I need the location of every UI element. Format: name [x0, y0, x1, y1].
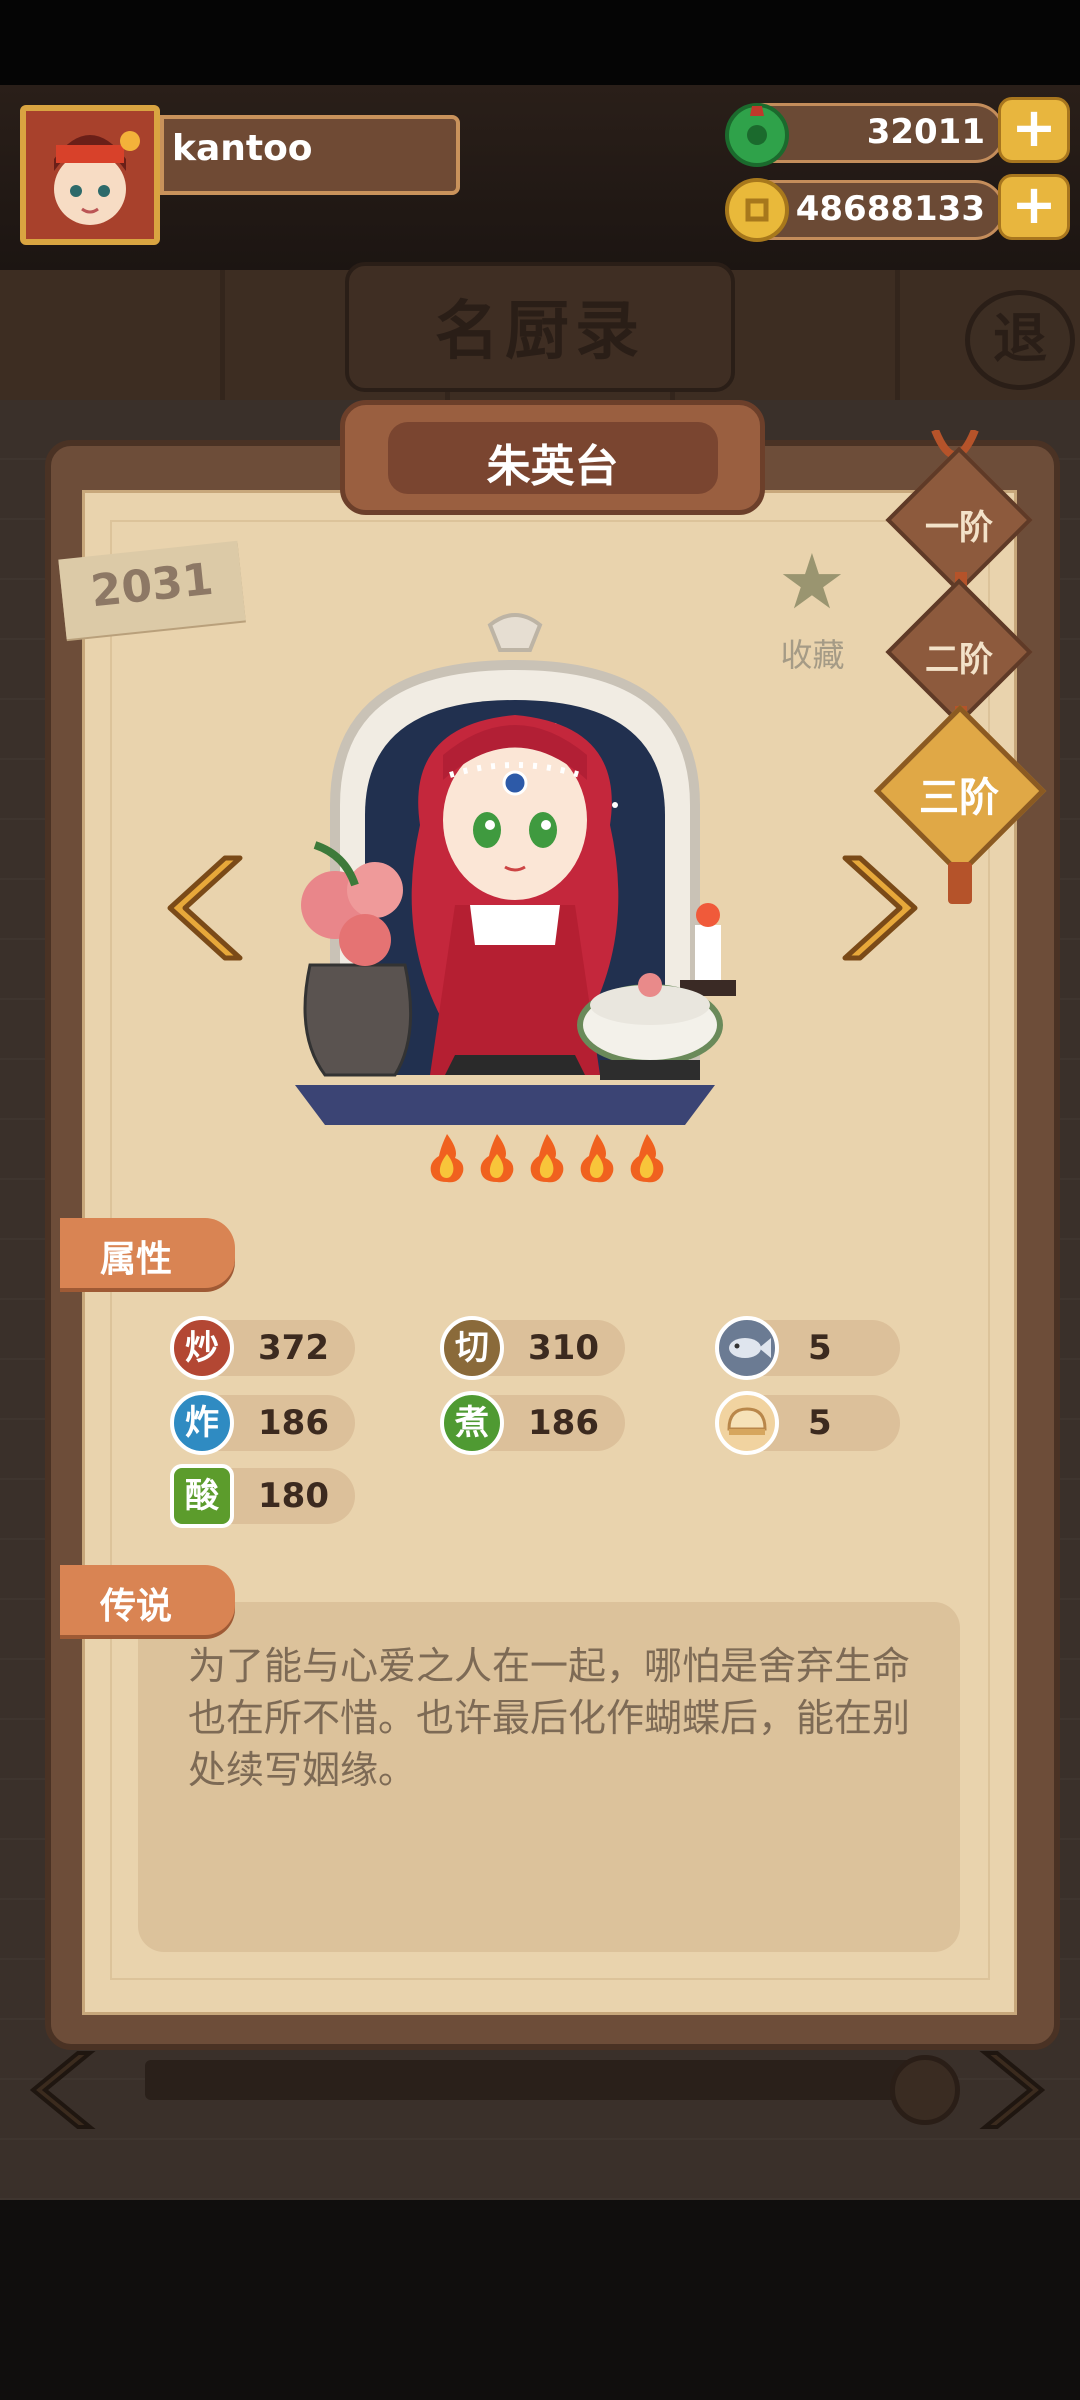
next-chef-arrow-icon[interactable]: [830, 848, 920, 968]
bottom-area: [0, 2200, 1080, 2400]
coin-amount: 48688133: [795, 189, 985, 229]
stir-fry-value: 372: [258, 1328, 329, 1368]
bun-value: 5: [808, 1403, 832, 1443]
flame-star-icon: [480, 1134, 514, 1183]
background-left-arrow-icon: [30, 2051, 96, 2129]
background-right-arrow-icon: [979, 2051, 1045, 2129]
stir-fry-skill-icon: 炒: [170, 1316, 234, 1380]
chef-portrait-illustration: [295, 613, 736, 1125]
status-bar-area: [0, 0, 1080, 85]
boil-skill-icon: 煮: [440, 1391, 504, 1455]
fish-icon: [715, 1316, 779, 1380]
avatar-portrait-icon: [26, 111, 154, 239]
boil-value: 186: [528, 1403, 599, 1443]
deep-fry-skill-icon: 炸: [170, 1391, 234, 1455]
background-round-button: [890, 2055, 960, 2125]
screen-title: 名厨录: [435, 295, 645, 369]
fish-value: 5: [808, 1328, 832, 1368]
deep-fry-value: 186: [258, 1403, 329, 1443]
bun-icon: [715, 1391, 779, 1455]
chef-name: 朱英台: [486, 441, 619, 492]
rank-2-label[interactable]: 二阶: [889, 632, 1029, 681]
flame-star-icon: [580, 1134, 614, 1183]
add-jade-button[interactable]: +: [998, 97, 1070, 163]
player-avatar[interactable]: [20, 105, 160, 245]
flame-star-icon: [530, 1134, 564, 1183]
jade-amount: 32011: [866, 112, 985, 152]
add-coins-button[interactable]: +: [998, 174, 1070, 240]
flame-star-icon: [630, 1134, 664, 1183]
favorite-label[interactable]: 收藏: [765, 630, 860, 676]
legend-text: 为了能与心爱之人在一起，哪怕是舍弃生命也在所不惜。也许最后化作蝴蝶后，能在别处续…: [188, 1644, 911, 1792]
sour-value: 180: [258, 1476, 329, 1516]
cut-skill-icon: 切: [440, 1316, 504, 1380]
sour-skill-icon: 酸: [170, 1464, 234, 1528]
background-bottom-strip: [145, 2060, 915, 2100]
cut-value: 310: [528, 1328, 599, 1368]
rank-tassel: [948, 862, 972, 904]
exit-button[interactable]: 退: [965, 290, 1075, 390]
player-name: kantoo: [172, 128, 313, 169]
previous-chef-arrow-icon[interactable]: [165, 848, 255, 968]
favorite-star-icon[interactable]: ★: [775, 544, 849, 620]
rank-3-label[interactable]: 三阶: [889, 765, 1029, 823]
flame-star-icon: [430, 1134, 464, 1183]
attributes-heading: 属性: [100, 1239, 173, 1280]
legend-heading: 传说: [100, 1586, 173, 1627]
rank-1-label[interactable]: 一阶: [889, 500, 1029, 549]
